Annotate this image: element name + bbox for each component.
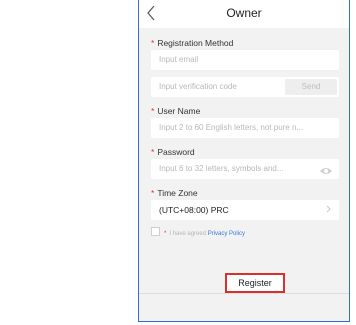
email-input[interactable]: Input email <box>151 50 339 70</box>
send-code-button[interactable]: Send <box>285 79 337 95</box>
time-zone-select[interactable]: (UTC+08:00) PRC <box>151 200 339 220</box>
user-name-input[interactable]: Input 2 to 60 English letters, not pure … <box>151 118 339 138</box>
required-marker: * <box>151 106 155 116</box>
required-marker: * <box>164 231 167 237</box>
required-marker: * <box>151 188 155 198</box>
privacy-policy-link[interactable]: Privacy Policy <box>208 231 245 237</box>
agreement-row: * I have agreed Privacy Policy <box>151 227 339 239</box>
time-zone-label: * Time Zone <box>151 188 198 198</box>
agreement-text: I have agreed <box>169 231 207 237</box>
password-input[interactable]: Input 6 to 32 letters, symbols and... <box>151 159 339 179</box>
chevron-right-icon <box>326 200 331 220</box>
eye-icon[interactable] <box>319 164 333 179</box>
user-name-label: * User Name <box>151 106 201 116</box>
required-marker: * <box>151 38 155 48</box>
page-title: Owner <box>226 6 262 20</box>
registration-form: * Registration Method Input email Input v… <box>151 36 339 239</box>
verification-code-input[interactable]: Input verification code Send <box>151 77 339 97</box>
required-marker: * <box>151 147 155 157</box>
agreement-checkbox[interactable] <box>151 227 160 236</box>
top-bar: Owner <box>139 0 349 28</box>
register-button[interactable]: Register <box>225 273 285 293</box>
registration-method-label: * Registration Method <box>151 38 234 48</box>
phone-frame: Owner * Registration Method Input email I… <box>138 0 350 322</box>
password-label: * Password <box>151 147 195 157</box>
divider <box>139 293 349 294</box>
